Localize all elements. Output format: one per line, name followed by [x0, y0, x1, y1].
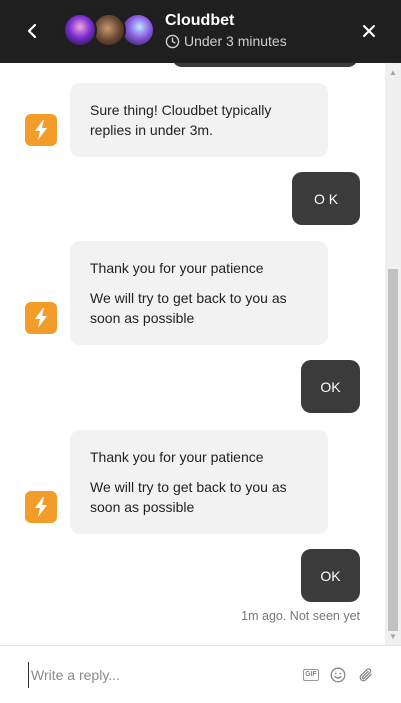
- chat-title: Cloudbet: [165, 12, 235, 29]
- scroll-down-arrow-icon[interactable]: ▼: [385, 629, 401, 643]
- message-text: We will try to get back to you as soon a…: [90, 290, 287, 326]
- message-text: We will try to get back to you as soon a…: [90, 479, 287, 515]
- paperclip-icon: [359, 668, 372, 682]
- avatar: [63, 13, 97, 47]
- response-time-label: Under 3 minutes: [184, 33, 287, 49]
- lightning-icon: [35, 308, 47, 328]
- reply-input[interactable]: [28, 662, 288, 688]
- lightning-icon: [35, 120, 47, 140]
- emoji-icon: [330, 667, 346, 683]
- lightning-icon: [35, 497, 47, 517]
- agent-avatars: [63, 13, 155, 49]
- message-text: OK: [320, 378, 341, 395]
- emoji-button[interactable]: [329, 666, 347, 684]
- message-text: Thank you for your patience: [90, 260, 264, 276]
- scrollbar-thumb[interactable]: [388, 269, 398, 631]
- user-message: OK: [301, 360, 360, 413]
- user-message: OK: [301, 549, 360, 602]
- attach-button[interactable]: [357, 666, 375, 684]
- close-button[interactable]: [355, 17, 383, 45]
- user-message: O K: [292, 172, 360, 225]
- bot-bubble: Sure thing! Cloudbet typically replies i…: [70, 83, 328, 157]
- scrollbar[interactable]: ▲ ▼: [385, 63, 401, 645]
- seen-status: 1m ago. Not seen yet: [241, 609, 360, 623]
- bot-avatar: [25, 302, 57, 334]
- close-icon: [363, 25, 375, 37]
- message-list[interactable]: Sure thing! Cloudbet typically replies i…: [0, 63, 385, 645]
- composer: GIF: [0, 645, 401, 703]
- chat-widget: Cloudbet Under 3 minutes Sure thing! Clo…: [0, 0, 401, 703]
- message-text: O K: [313, 190, 339, 207]
- avatar: [121, 13, 155, 47]
- bot-avatar: [25, 491, 57, 523]
- avatar: [92, 13, 126, 47]
- message-text: Thank you for your patience: [90, 449, 264, 465]
- bot-bubble: Thank you for your patience We will try …: [70, 241, 328, 345]
- chat-header: Cloudbet Under 3 minutes: [0, 0, 401, 63]
- gif-button[interactable]: GIF: [302, 666, 320, 684]
- chevron-left-icon: [27, 23, 37, 39]
- bot-avatar: [25, 114, 57, 146]
- back-button[interactable]: [18, 17, 46, 45]
- user-message-partial: [172, 63, 358, 67]
- gif-icon: GIF: [303, 669, 319, 681]
- clock-icon: [165, 34, 180, 48]
- scroll-up-arrow-icon[interactable]: ▲: [385, 65, 401, 79]
- bot-bubble: Thank you for your patience We will try …: [70, 430, 328, 534]
- message-text: Sure thing! Cloudbet typically replies i…: [90, 102, 272, 138]
- response-time: Under 3 minutes: [165, 33, 287, 49]
- message-text: OK: [320, 567, 341, 584]
